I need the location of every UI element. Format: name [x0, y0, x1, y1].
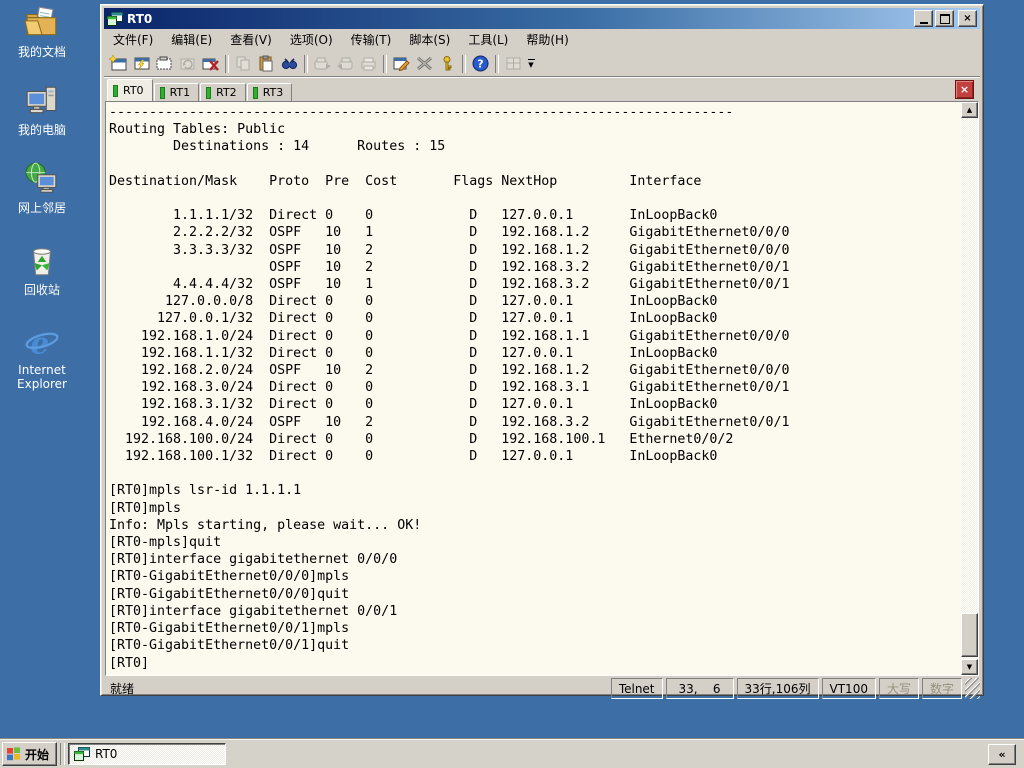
scroll-up-button[interactable]: ▲: [961, 102, 978, 118]
paste-icon[interactable]: [255, 53, 278, 75]
start-label: 开始: [25, 747, 50, 762]
status-grid-size: 33行,106列: [736, 678, 819, 699]
print-icon[interactable]: [357, 53, 380, 75]
desktop-icon-label: Internet Explorer: [17, 363, 67, 391]
toolbar-separator: [225, 54, 229, 73]
app-icon: [107, 11, 123, 26]
menu-tools[interactable]: 工具(L): [459, 29, 517, 50]
toolbar-separator: [495, 54, 499, 73]
menu-transfer[interactable]: 传输(T): [342, 29, 401, 50]
desktop-icon-internet-explorer[interactable]: e Internet Explorer: [0, 325, 84, 392]
status-caps-lock: 大写: [878, 678, 919, 699]
vertical-scrollbar[interactable]: ▲ ▼: [961, 102, 978, 675]
session-options-icon[interactable]: [390, 53, 413, 75]
menu-file[interactable]: 文件(F): [104, 29, 162, 50]
status-protocol: Telnet: [610, 678, 663, 699]
tab-rt3[interactable]: RT3: [246, 83, 293, 101]
title-bar[interactable]: RT0 ×: [104, 8, 980, 29]
svg-text:?: ?: [477, 58, 483, 71]
toolbar: ? ▼: [104, 50, 980, 78]
minimize-icon: [919, 21, 928, 24]
taskbar-overflow-button[interactable]: «: [988, 743, 1016, 765]
taskbar-divider: [60, 743, 66, 765]
scrollbar-thumb[interactable]: [961, 613, 978, 657]
global-options-icon[interactable]: [413, 53, 436, 75]
start-button[interactable]: 开始: [2, 742, 58, 766]
desktop-icon-label: 回收站: [23, 283, 60, 297]
window-title: RT0: [127, 11, 153, 26]
desktop-icon-my-documents[interactable]: 我的文档: [0, 5, 84, 60]
desktop-icon-label: 我的电脑: [17, 123, 66, 137]
desktop-icon-network-places[interactable]: 网上邻居: [0, 161, 84, 216]
status-bar: 就绪 Telnet 33, 6 33行,106列 VT100 大写 数字: [104, 676, 980, 699]
toolbar-separator: [462, 54, 466, 73]
tab-rt2[interactable]: RT2: [200, 83, 246, 101]
tab-close-icon: ×: [959, 83, 970, 96]
task-app-icon: [74, 747, 91, 761]
internet-explorer-icon: e: [25, 326, 59, 361]
terminal-area[interactable]: ----------------------------------------…: [105, 101, 979, 676]
desktop-icon-my-computer[interactable]: 我的电脑: [0, 83, 84, 138]
windows-icon[interactable]: [502, 53, 525, 75]
connect-icon[interactable]: [130, 53, 153, 75]
menu-view[interactable]: 查看(V): [221, 29, 281, 50]
find-icon[interactable]: [278, 53, 301, 75]
tab-label: RT0: [123, 84, 144, 97]
new-session-icon[interactable]: [107, 53, 130, 75]
tab-rt0[interactable]: RT0: [107, 79, 153, 101]
scroll-down-button[interactable]: ▼: [961, 659, 978, 675]
minimize-button[interactable]: [914, 10, 933, 27]
task-button-rt0[interactable]: RT0: [68, 743, 227, 765]
tab-label: RT1: [169, 86, 191, 99]
help-icon[interactable]: ?: [469, 53, 492, 75]
toolbar-overflow-icon[interactable]: ▼: [525, 53, 537, 75]
tab-label: RT3: [262, 86, 284, 99]
maximize-icon: [939, 13, 950, 24]
menu-help[interactable]: 帮助(H): [517, 29, 577, 50]
key-agent-icon[interactable]: [436, 53, 459, 75]
my-documents-icon: [24, 6, 57, 36]
tab-rt1[interactable]: RT1: [153, 83, 200, 101]
menu-options[interactable]: 选项(O): [281, 29, 342, 50]
tab-label: RT2: [216, 86, 237, 99]
desktop-icon-label: 网上邻居: [17, 201, 66, 215]
session-connected-icon: [113, 84, 118, 97]
task-label: RT0: [95, 747, 118, 761]
receive-file-icon[interactable]: [334, 53, 357, 75]
status-emulation: VT100: [821, 678, 876, 699]
resize-grip[interactable]: [965, 678, 980, 699]
close-button[interactable]: ×: [958, 10, 977, 27]
close-icon: ×: [963, 12, 972, 24]
toolbar-separator: [383, 54, 387, 73]
quick-connect-icon[interactable]: [153, 53, 176, 75]
desktop-icon-recycle-bin[interactable]: 回收站: [0, 243, 84, 298]
menu-bar: 文件(F) 编辑(E) 查看(V) 选项(O) 传输(T) 脚本(S) 工具(L…: [104, 29, 980, 50]
svg-text:e: e: [30, 326, 49, 361]
my-computer-icon: [26, 86, 57, 114]
status-ready: 就绪: [110, 682, 135, 696]
terminal-window: RT0 × 文件(F) 编辑(E) 查看(V) 选项(O) 传输(T) 脚本(S…: [100, 4, 984, 699]
menu-edit[interactable]: 编辑(E): [162, 29, 221, 50]
tab-close-button[interactable]: ×: [955, 80, 974, 99]
send-file-icon[interactable]: [311, 53, 334, 75]
session-connected-icon: [206, 86, 212, 99]
toolbar-separator: [304, 54, 308, 73]
windows-logo-icon: [7, 747, 20, 761]
reconnect-icon[interactable]: [176, 53, 199, 75]
maximize-button[interactable]: [935, 10, 954, 27]
desktop-icon-label: 我的文档: [17, 45, 66, 59]
recycle-bin-icon: [32, 248, 52, 276]
disconnect-icon[interactable]: [199, 53, 222, 75]
session-connected-icon: [252, 86, 258, 99]
session-tab-bar: RT0 RT1 RT2 RT3 ×: [104, 78, 980, 101]
status-cursor-position: 33, 6: [665, 678, 734, 699]
copy-icon[interactable]: [232, 53, 255, 75]
chevron-left-icon: «: [998, 747, 1006, 761]
network-places-icon: [25, 162, 57, 193]
status-num-lock: 数字: [921, 678, 962, 699]
session-connected-icon: [159, 86, 165, 99]
taskbar: 开始 RT0 «: [0, 739, 1024, 768]
menu-script[interactable]: 脚本(S): [400, 29, 459, 50]
terminal-output[interactable]: ----------------------------------------…: [109, 104, 959, 673]
